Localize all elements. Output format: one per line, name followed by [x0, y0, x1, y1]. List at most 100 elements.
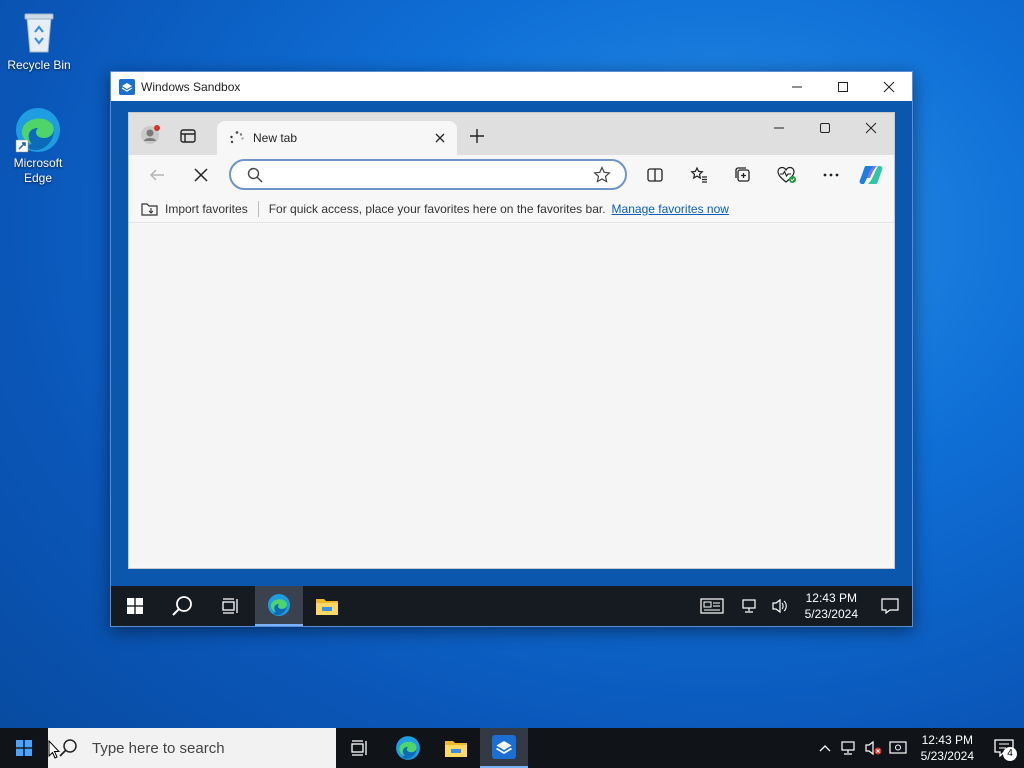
task-view-icon	[351, 740, 367, 756]
taskbar-file-explorer[interactable]	[432, 728, 480, 768]
sandbox-notifications-button[interactable]	[868, 586, 912, 626]
sandbox-minimize-button[interactable]	[774, 72, 820, 101]
news-button[interactable]	[689, 586, 735, 626]
browser-essentials-button[interactable]	[775, 163, 799, 187]
edge-icon	[268, 594, 290, 616]
mouse-cursor-icon	[48, 740, 60, 759]
taskbar-edge[interactable]	[384, 728, 432, 768]
minimize-icon	[774, 127, 784, 129]
address-input[interactable]	[271, 162, 585, 187]
sandbox-start-button[interactable]	[111, 586, 159, 626]
sandbox-clock-date: 5/23/2024	[804, 607, 858, 621]
host-taskbar: Type here to search 12:43 PM 5/23/2024 4	[0, 728, 1024, 768]
show-hidden-icons-button[interactable]	[813, 728, 837, 768]
folder-icon	[316, 599, 338, 615]
edge-window: New tab Import favorites For quick acces…	[128, 112, 895, 569]
recycle-bin-icon	[15, 8, 63, 56]
search-icon	[172, 596, 192, 616]
close-icon	[883, 81, 895, 92]
close-icon	[435, 133, 445, 143]
new-tab-button[interactable]	[467, 126, 487, 146]
edge-toolbar	[129, 155, 894, 195]
taskbar-search-box[interactable]: Type here to search	[48, 728, 336, 768]
back-arrow-icon	[149, 169, 164, 181]
copilot-button[interactable]	[859, 163, 883, 187]
edge-icon	[396, 736, 420, 760]
chevron-up-icon	[819, 745, 831, 752]
tab-actions-icon	[180, 129, 196, 143]
tab-actions-button[interactable]	[179, 127, 197, 145]
sandbox-titlebar[interactable]: Windows Sandbox	[111, 72, 912, 101]
network-icon	[841, 741, 855, 755]
favorites-bar: Import favorites For quick access, place…	[129, 195, 894, 223]
tab-new-tab[interactable]: New tab	[217, 121, 457, 155]
sandbox-app-icon	[119, 78, 135, 95]
page-content-area[interactable]	[133, 224, 890, 564]
sandbox-window: Windows Sandbox New tab Import favorites…	[110, 71, 913, 627]
sandbox-maximize-button[interactable]	[820, 72, 866, 101]
stop-button[interactable]	[189, 163, 213, 187]
start-button[interactable]	[0, 728, 48, 768]
copilot-icon	[859, 166, 883, 184]
windows-logo-icon	[16, 740, 32, 756]
speaker-icon	[772, 598, 787, 614]
sandbox-task-view-button[interactable]	[207, 586, 255, 626]
manage-favorites-link[interactable]: Manage favorites now	[612, 202, 729, 216]
sandbox-search-button[interactable]	[159, 586, 207, 626]
edge-close-button[interactable]	[848, 113, 894, 143]
desktop-icon-label: Recycle Bin	[7, 58, 71, 72]
close-icon	[865, 122, 877, 134]
favorites-list-icon	[690, 166, 707, 183]
notifications-button[interactable]: 4	[984, 728, 1024, 768]
sandbox-taskbar: 12:43 PM 5/23/2024	[111, 586, 912, 626]
profile-button[interactable]	[141, 125, 161, 145]
sandbox-close-button[interactable]	[866, 72, 912, 101]
ellipsis-icon	[823, 173, 839, 177]
maximize-icon	[838, 81, 848, 92]
more-options-button[interactable]	[819, 163, 843, 187]
search-icon	[247, 167, 263, 182]
taskbar-windows-sandbox[interactable]	[480, 728, 528, 768]
folder-icon	[445, 741, 467, 757]
minimize-icon	[792, 86, 802, 87]
heart-pulse-icon	[777, 166, 796, 183]
notification-icon	[881, 598, 899, 614]
sandbox-taskbar-file-explorer[interactable]	[303, 586, 351, 626]
edge-tabstrip[interactable]: New tab	[129, 113, 894, 155]
import-favorites-icon	[141, 202, 158, 216]
edge-maximize-button[interactable]	[802, 113, 848, 143]
address-bar[interactable]	[229, 159, 627, 190]
desktop-icon-recycle-bin[interactable]: Recycle Bin	[1, 8, 77, 73]
split-screen-button[interactable]	[643, 163, 667, 187]
display-settings-icon	[889, 741, 907, 754]
tab-close-button[interactable]	[429, 127, 451, 149]
edge-minimize-button[interactable]	[756, 113, 802, 143]
split-screen-icon	[647, 168, 663, 182]
tab-label: New tab	[253, 131, 298, 145]
network-button[interactable]	[735, 586, 765, 626]
back-button[interactable]	[145, 163, 169, 187]
favorites-button[interactable]	[687, 163, 711, 187]
stop-icon	[194, 168, 208, 182]
windows-logo-icon	[127, 598, 143, 614]
sandbox-taskbar-edge[interactable]	[255, 586, 303, 626]
import-favorites-button[interactable]: Import favorites	[165, 202, 248, 216]
desktop-icon-label: Microsoft Edge	[13, 156, 63, 185]
favorite-star-icon[interactable]	[593, 165, 611, 184]
network-button[interactable]	[837, 728, 861, 768]
collections-icon	[735, 167, 750, 182]
news-icon	[700, 598, 724, 614]
sandbox-clock[interactable]: 12:43 PM 5/23/2024	[795, 590, 868, 622]
sandbox-app-icon	[492, 735, 516, 759]
desktop-icon-edge[interactable]: Microsoft Edge	[0, 106, 76, 186]
collections-button[interactable]	[731, 163, 755, 187]
volume-muted-button[interactable]	[861, 728, 885, 768]
maximize-icon	[820, 123, 830, 133]
notification-count-badge: 4	[1003, 747, 1017, 761]
meet-now-button[interactable]	[885, 728, 911, 768]
sandbox-title: Windows Sandbox	[141, 79, 241, 94]
volume-button[interactable]	[765, 586, 795, 626]
task-view-button[interactable]	[336, 728, 384, 768]
favorites-bar-message: For quick access, place your favorites h…	[268, 201, 606, 216]
host-clock[interactable]: 12:43 PM 5/23/2024	[911, 732, 984, 764]
